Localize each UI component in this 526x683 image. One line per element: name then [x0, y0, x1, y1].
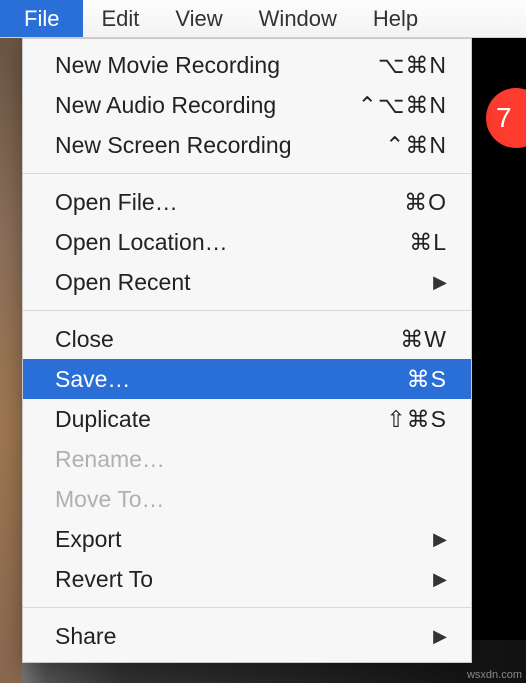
menu-item-label: Share — [55, 623, 433, 650]
menu-revert-to[interactable]: Revert To ▶ — [23, 559, 471, 599]
menu-item-label: New Movie Recording — [55, 52, 378, 79]
menubar-label: Edit — [101, 6, 139, 32]
menu-item-label: Export — [55, 526, 433, 553]
menu-item-label: New Audio Recording — [55, 92, 358, 119]
menubar-view[interactable]: View — [157, 0, 240, 37]
menubar-edit[interactable]: Edit — [83, 0, 157, 37]
menu-open-recent[interactable]: Open Recent ▶ — [23, 262, 471, 302]
menubar-help[interactable]: Help — [355, 0, 436, 37]
menu-item-shortcut: ⌃⌘N — [385, 132, 447, 159]
menu-item-label: Save… — [55, 366, 407, 393]
menu-close[interactable]: Close ⌘W — [23, 319, 471, 359]
menu-item-label: Close — [55, 326, 400, 353]
notification-count: 7 — [496, 102, 512, 134]
menu-item-label: Duplicate — [55, 406, 386, 433]
menu-item-shortcut: ⌃⌥⌘N — [358, 92, 447, 119]
menu-item-label: Open Location… — [55, 229, 409, 256]
menu-item-label: Revert To — [55, 566, 433, 593]
submenu-arrow-icon: ▶ — [433, 626, 447, 647]
menu-rename: Rename… — [23, 439, 471, 479]
menubar: File Edit View Window Help — [0, 0, 526, 38]
menu-new-movie-recording[interactable]: New Movie Recording ⌥⌘N — [23, 45, 471, 85]
menubar-window[interactable]: Window — [241, 0, 355, 37]
menubar-label: Window — [259, 6, 337, 32]
menu-separator — [23, 173, 471, 174]
menubar-label: View — [175, 6, 222, 32]
menu-item-label: Open Recent — [55, 269, 433, 296]
menu-separator — [23, 310, 471, 311]
submenu-arrow-icon: ▶ — [433, 529, 447, 550]
menu-move-to: Move To… — [23, 479, 471, 519]
menu-item-shortcut: ⌘L — [409, 229, 447, 256]
submenu-arrow-icon: ▶ — [433, 272, 447, 293]
menu-item-shortcut: ⌥⌘N — [378, 52, 447, 79]
menubar-file[interactable]: File — [0, 0, 83, 37]
menu-new-screen-recording[interactable]: New Screen Recording ⌃⌘N — [23, 125, 471, 165]
menu-share[interactable]: Share ▶ — [23, 616, 471, 656]
menu-open-location[interactable]: Open Location… ⌘L — [23, 222, 471, 262]
submenu-arrow-icon: ▶ — [433, 569, 447, 590]
menu-duplicate[interactable]: Duplicate ⇧⌘S — [23, 399, 471, 439]
menu-item-label: New Screen Recording — [55, 132, 385, 159]
menu-item-shortcut: ⌘S — [407, 366, 447, 393]
desktop-background-left — [0, 38, 22, 683]
menu-save[interactable]: Save… ⌘S — [23, 359, 471, 399]
menu-item-shortcut: ⌘W — [400, 326, 447, 353]
watermark: wsxdn.com — [467, 669, 522, 681]
menu-item-label: Rename… — [55, 446, 447, 473]
menu-export[interactable]: Export ▶ — [23, 519, 471, 559]
file-menu-dropdown: New Movie Recording ⌥⌘N New Audio Record… — [22, 38, 472, 663]
menu-item-shortcut: ⇧⌘S — [386, 406, 447, 433]
menu-new-audio-recording[interactable]: New Audio Recording ⌃⌥⌘N — [23, 85, 471, 125]
menubar-label: Help — [373, 6, 418, 32]
menu-item-label: Open File… — [55, 189, 404, 216]
menu-item-shortcut: ⌘O — [404, 189, 447, 216]
menu-item-label: Move To… — [55, 486, 447, 513]
menu-separator — [23, 607, 471, 608]
menu-open-file[interactable]: Open File… ⌘O — [23, 182, 471, 222]
menubar-label: File — [24, 6, 59, 32]
